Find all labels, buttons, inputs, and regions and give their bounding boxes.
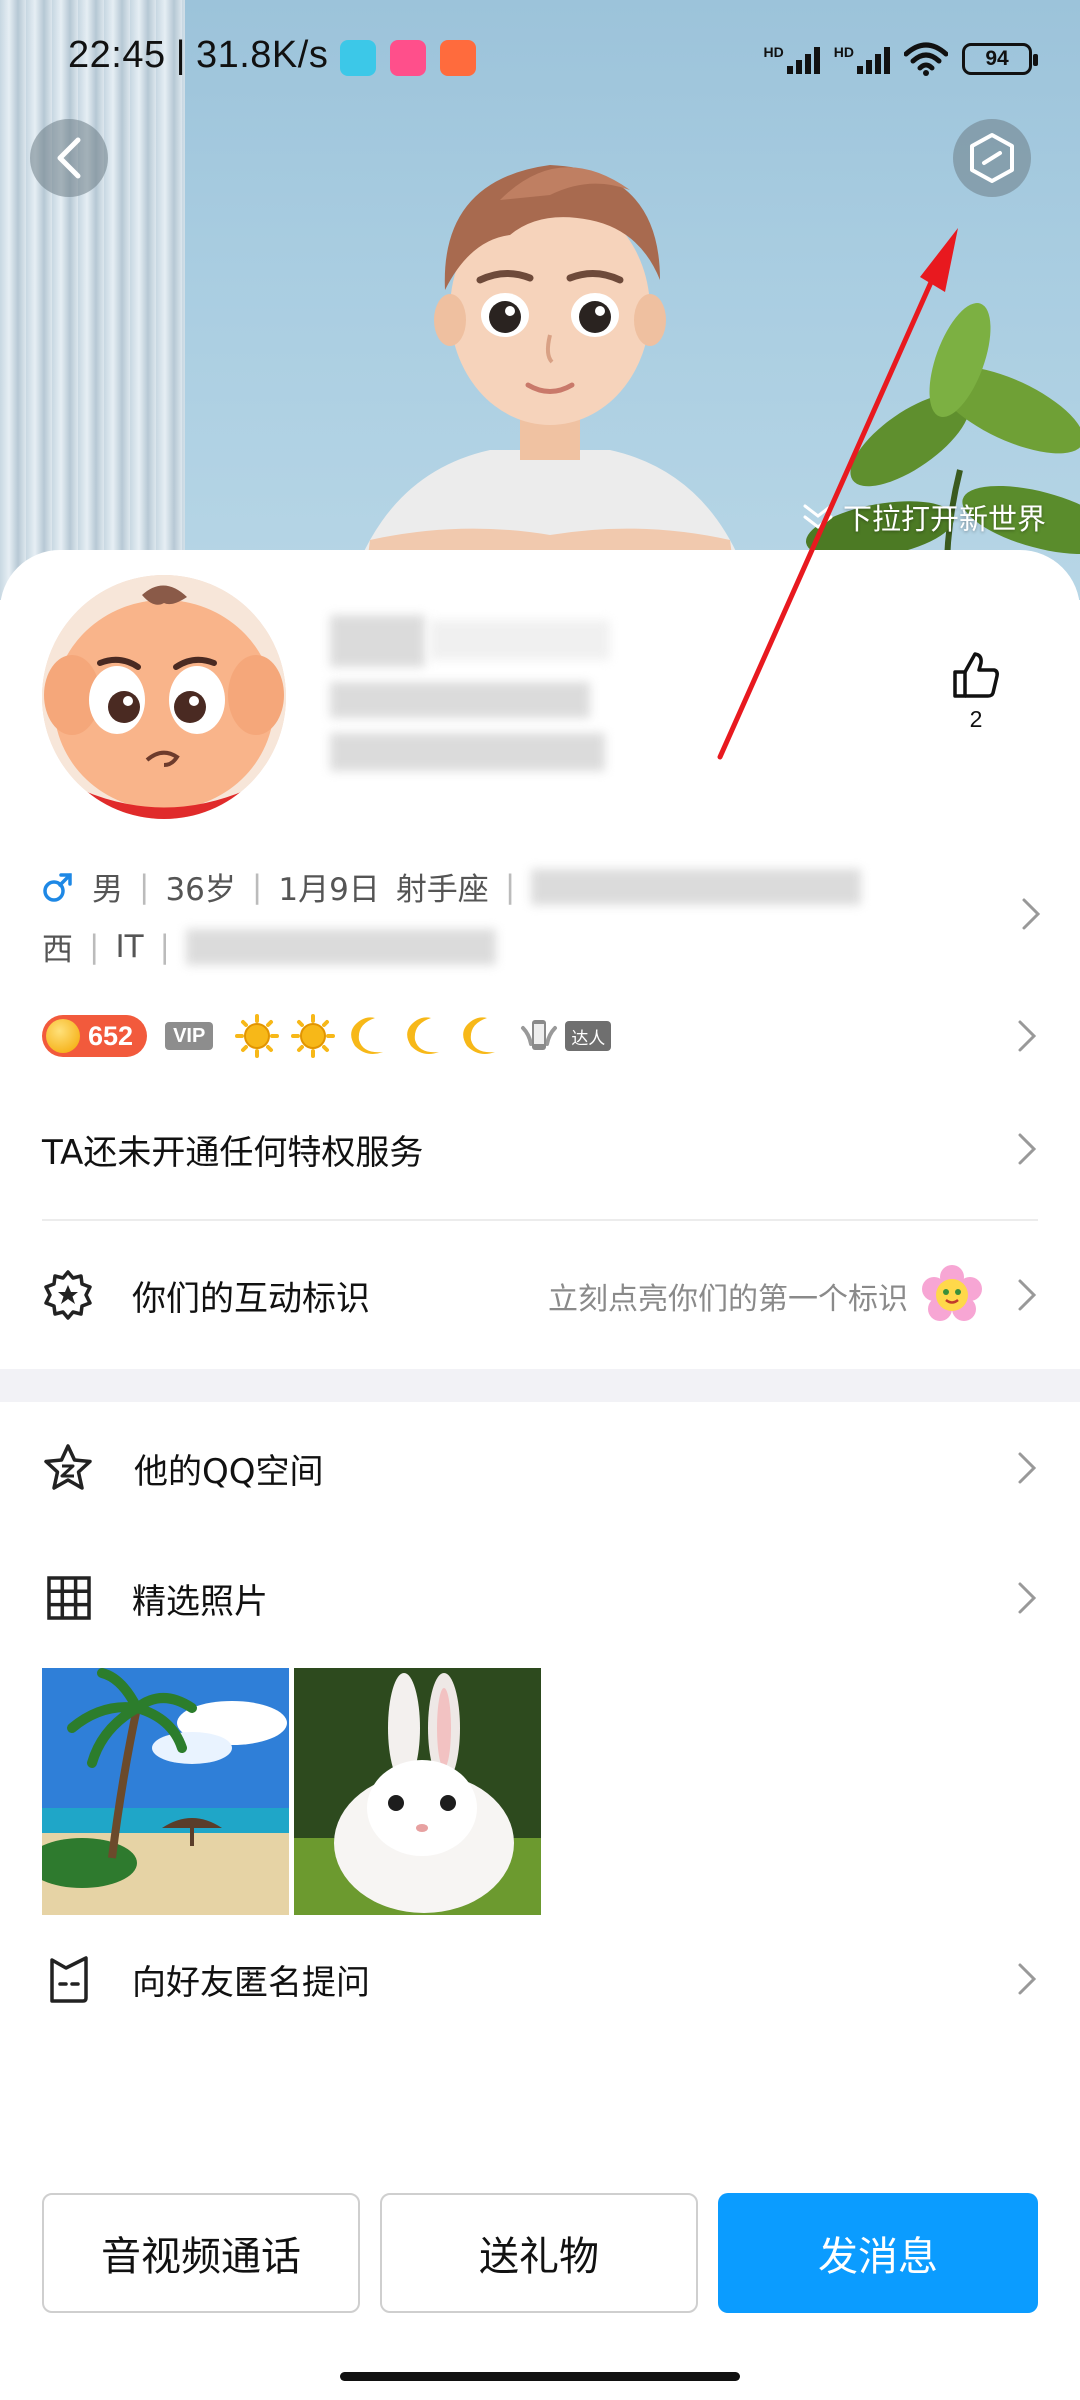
grid-icon xyxy=(47,1576,91,1620)
section-gap xyxy=(0,1369,1080,1402)
send-gift-button[interactable]: 送礼物 xyxy=(380,2193,698,2313)
male-gender-icon xyxy=(43,872,72,902)
hd-label-2: HD xyxy=(833,44,854,60)
interaction-marks-title: 你们的互动标识 xyxy=(132,1278,370,1319)
notification-app-icon-1 xyxy=(340,40,376,76)
daren-badge: 达人 xyxy=(519,1016,612,1056)
anonymous-box-icon xyxy=(50,1956,88,2003)
status-bar: 22:45 | 31.8K/s HD HD 94 xyxy=(0,0,1080,118)
rabbit-photo xyxy=(294,1668,541,1915)
age-text: 36岁 xyxy=(165,872,236,908)
qzone-text: 他的QQ空间 xyxy=(134,1451,324,1492)
basic-info-line-2: 西 | IT | xyxy=(42,924,496,969)
coin-level-value: 652 xyxy=(88,1020,134,1051)
avatar-cartoon-image xyxy=(42,575,286,819)
company-redacted xyxy=(186,928,496,965)
flower-emoji-icon xyxy=(922,1265,982,1321)
level-coin-badge: 652 xyxy=(42,1015,148,1057)
send-gift-label: 送礼物 xyxy=(479,2234,599,2280)
hometown-redacted xyxy=(531,868,862,905)
double-chevron-down-icon xyxy=(803,504,833,529)
send-message-button[interactable]: 发消息 xyxy=(718,2193,1038,2313)
video-call-button[interactable]: 音视频通话 xyxy=(42,2193,360,2313)
status-indicators: HD HD 94 xyxy=(764,36,1038,82)
birthday-text: 1月9日 xyxy=(278,872,380,908)
privilege-text: TA还未开通任何特权服务 xyxy=(42,1132,424,1173)
id-redacted xyxy=(330,682,590,718)
video-call-label: 音视频通话 xyxy=(101,2234,301,2280)
signal-icon-1: HD xyxy=(764,44,820,74)
battery-icon: 94 xyxy=(962,43,1038,75)
beach-photo xyxy=(42,1668,289,1915)
moon-level-icon xyxy=(407,1017,440,1054)
moon-level-icon xyxy=(351,1017,384,1054)
photo-thumbnail-rabbit[interactable] xyxy=(294,1668,541,1915)
section-divider xyxy=(42,1219,1038,1221)
hd-label-1: HD xyxy=(763,44,784,60)
chevron-right-icon xyxy=(1022,898,1041,930)
thumbs-up-icon xyxy=(953,652,999,698)
battery-level: 94 xyxy=(985,47,1009,70)
chevron-right-icon xyxy=(1018,1963,1037,1995)
wifi-icon xyxy=(904,42,948,76)
chevron-right-icon xyxy=(1018,1452,1037,1484)
chevron-right-icon xyxy=(1018,1582,1037,1614)
basic-info-row[interactable]: 男 | 36岁 | 1月9日 射手座 | 西 | IT | xyxy=(42,862,1042,972)
location-text: 西 xyxy=(42,932,73,968)
name-redacted xyxy=(330,615,425,667)
hero-character-illustration xyxy=(360,165,740,600)
star-outline-icon xyxy=(44,1444,92,1490)
privilege-row[interactable]: TA还未开通任何特权服务 xyxy=(0,1106,1080,1192)
like-count: 2 xyxy=(969,706,983,732)
notification-app-icon-2 xyxy=(390,40,426,76)
chevron-right-icon xyxy=(1018,1279,1037,1311)
featured-photos-text: 精选照片 xyxy=(132,1581,268,1622)
back-button[interactable] xyxy=(30,119,108,197)
pull-down-hint-text: 下拉打开新世界 xyxy=(842,502,1046,536)
sun-level-icon xyxy=(291,1014,336,1058)
signal-icon-2: HD xyxy=(834,44,890,74)
industry-text: IT xyxy=(115,928,144,965)
gender-text: 男 xyxy=(92,872,123,908)
qzone-row[interactable]: 他的QQ空间 xyxy=(0,1425,1080,1511)
moon-level-icon xyxy=(463,1017,496,1054)
basic-info-line-1: 男 | 36岁 | 1月9日 射手座 | xyxy=(42,864,862,909)
profile-hero-banner[interactable]: 22:45 | 31.8K/s HD HD 94 下拉打开新世界 xyxy=(0,0,1080,600)
zodiac-text: 射手座 xyxy=(395,872,489,908)
chevron-right-icon[interactable] xyxy=(1016,1018,1038,1054)
level-badges-row[interactable]: 652 VIP 达人 xyxy=(42,1012,612,1060)
chevron-right-icon xyxy=(1018,1133,1037,1165)
anonymous-question-text: 向好友匿名提问 xyxy=(132,1962,370,2003)
featured-photos-row[interactable]: 精选照片 xyxy=(0,1555,1080,1641)
notification-app-icon-3 xyxy=(440,40,476,76)
photo-thumbnail-beach[interactable] xyxy=(42,1668,289,1915)
interaction-marks-hint: 立刻点亮你们的第一个标识 xyxy=(548,1282,908,1317)
send-message-label: 发消息 xyxy=(818,2234,938,2280)
interaction-marks-row[interactable]: 你们的互动标识 立刻点亮你们的第一个标识 xyxy=(0,1250,1080,1340)
vip-badge: VIP xyxy=(165,1022,214,1050)
winged-phone-icon xyxy=(521,1020,558,1050)
anonymous-question-row[interactable]: 向好友匿名提问 xyxy=(0,1936,1080,2022)
daren-label: 达人 xyxy=(571,1028,606,1049)
vip-label: VIP xyxy=(173,1024,206,1047)
signature-redacted xyxy=(330,733,605,771)
more-settings-button[interactable] xyxy=(953,119,1031,197)
status-time: 22:45 | 31.8K/s xyxy=(68,34,329,76)
pull-down-hint[interactable]: 下拉打开新世界 xyxy=(801,496,1046,538)
name-redacted-extra xyxy=(430,620,610,660)
badge-star-icon xyxy=(44,1270,92,1320)
home-indicator[interactable] xyxy=(340,2372,740,2381)
sun-level-icon xyxy=(235,1014,280,1058)
hexagon-settings-icon xyxy=(970,133,1014,183)
avatar[interactable] xyxy=(42,575,286,819)
chevron-left-icon xyxy=(57,137,81,179)
like-button[interactable]: 2 xyxy=(946,650,1006,733)
